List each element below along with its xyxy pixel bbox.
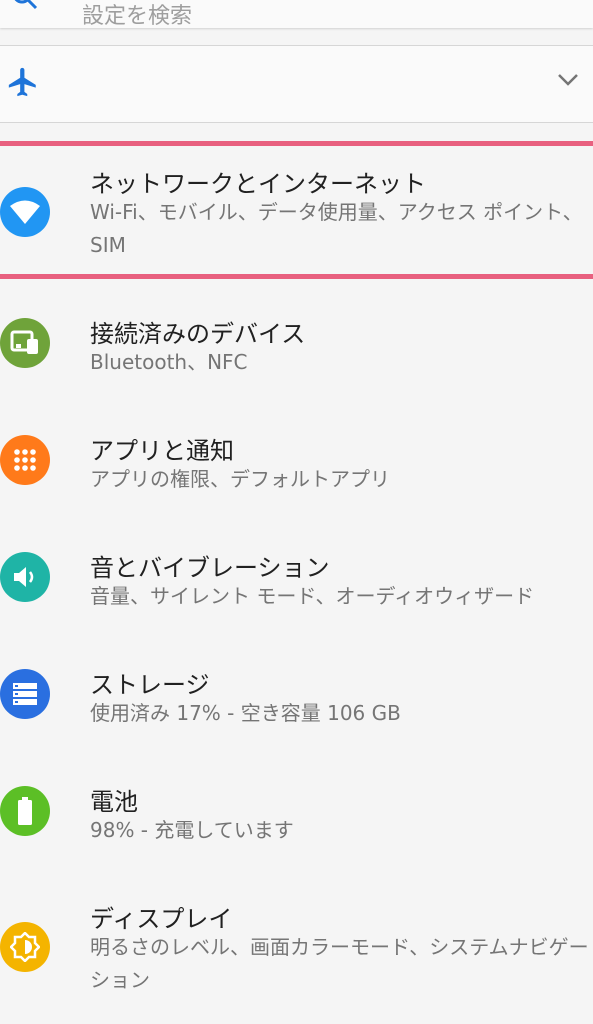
item-title: ディスプレイ [90,905,233,933]
item-title: アプリと通知 [90,437,234,465]
search-icon [10,0,40,18]
settings-item-battery[interactable]: 電池 98% - 充電しています [0,778,593,848]
settings-item-sound[interactable]: 音とバイブレーション 音量、サイレント モード、オーディオウィザード [0,544,593,614]
chevron-down-icon[interactable] [557,72,579,91]
item-subtitle: Wi-Fi、モバイル、データ使用量、アクセス ポイント、SIM [90,200,583,257]
item-subtitle: 98% - 充電しています [90,818,294,842]
item-subtitle: アプリの権限、デフォルトアプリ [90,467,390,491]
volume-icon [0,552,50,602]
item-subtitle: 明るさのレベル、画面カラーモード、システムナビゲーション [90,935,589,992]
settings-item-connected-devices[interactable]: 接続済みのデバイス Bluetooth、NFC [0,310,593,380]
storage-icon [0,669,50,719]
item-title: 接続済みのデバイス [90,320,306,348]
wifi-icon [0,187,50,237]
item-title: 電池 [90,788,138,816]
search-input[interactable]: 設定を検索 [82,0,192,30]
item-title: 音とバイブレーション [90,554,330,582]
search-bar[interactable]: 設定を検索 [0,0,593,30]
display-icon [0,922,50,972]
settings-item-apps[interactable]: アプリと通知 アプリの権限、デフォルトアプリ [0,427,593,497]
item-title: ストレージ [90,671,210,699]
settings-item-display[interactable]: ディスプレイ 明るさのレベル、画面カラーモード、システムナビゲーション [0,895,593,1005]
settings-item-network[interactable]: ネットワークとインターネット Wi-Fi、モバイル、データ使用量、アクセス ポイ… [0,160,593,268]
settings-item-storage[interactable]: ストレージ 使用済み 17% - 空き容量 106 GB [0,661,593,731]
item-subtitle: 音量、サイレント モード、オーディオウィザード [90,584,535,608]
devices-icon [0,318,50,368]
apps-icon [0,435,50,485]
airplane-icon [6,64,40,104]
battery-icon [0,786,50,836]
item-subtitle: Bluetooth、NFC [90,350,248,374]
item-subtitle: 使用済み 17% - 空き容量 106 GB [90,701,401,725]
airplane-mode-card[interactable] [0,45,593,123]
item-title: ネットワークとインターネット [90,170,426,198]
